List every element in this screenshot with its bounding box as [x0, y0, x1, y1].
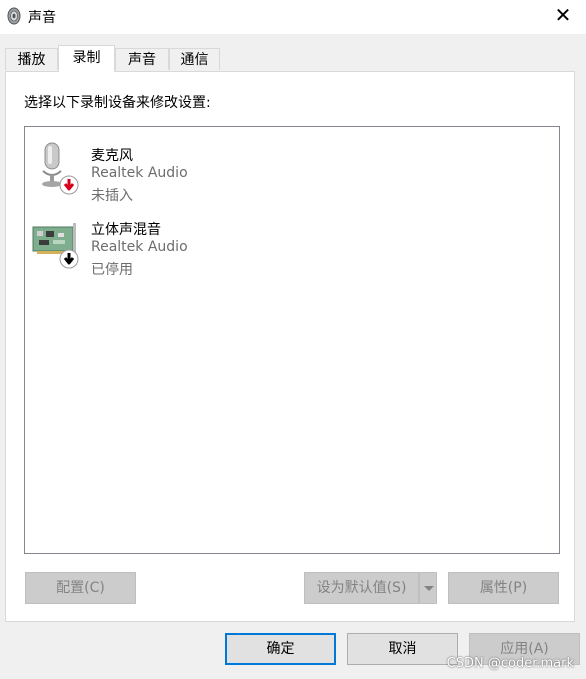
- button-label: 应用(A): [500, 641, 549, 657]
- device-status: 未插入: [91, 188, 133, 204]
- tab-communications[interactable]: 通信: [169, 48, 220, 70]
- tab-playback[interactable]: 播放: [5, 48, 58, 70]
- button-label: 确定: [266, 641, 295, 657]
- configure-button[interactable]: 配置(C): [25, 572, 136, 604]
- tab-label: 通信: [180, 52, 209, 68]
- watermark: CSDN @coder.mark: [446, 656, 574, 671]
- tab-recording[interactable]: 录制: [58, 45, 115, 72]
- tab-label: 录制: [72, 50, 101, 66]
- button-label: 取消: [388, 641, 417, 657]
- speaker-icon: [7, 7, 21, 25]
- device-name: 麦克风: [91, 148, 133, 164]
- unplugged-badge-icon: [59, 175, 79, 195]
- set-default-button[interactable]: 设为默认值(S): [304, 572, 419, 604]
- title-bar: 声音 ✕: [0, 0, 586, 34]
- close-icon: ✕: [554, 3, 572, 27]
- button-label: 配置(C): [56, 580, 105, 596]
- properties-button[interactable]: 属性(P): [448, 572, 559, 604]
- disabled-badge-icon: [59, 249, 79, 269]
- button-label: 属性(P): [479, 580, 528, 596]
- tab-sounds[interactable]: 声音: [115, 48, 169, 70]
- device-name: 立体声混音: [91, 222, 161, 238]
- ok-button[interactable]: 确定: [225, 633, 336, 665]
- device-item-microphone[interactable]: 麦克风 Realtek Audio 未插入: [29, 135, 429, 204]
- window-title: 声音: [28, 10, 56, 26]
- cancel-button[interactable]: 取消: [347, 633, 458, 665]
- device-list[interactable]: 麦克风 Realtek Audio 未插入 立体声混音 Realtek Audi…: [24, 126, 560, 554]
- device-item-stereo-mix[interactable]: 立体声混音 Realtek Audio 已停用: [29, 209, 429, 278]
- close-button[interactable]: ✕: [540, 0, 586, 32]
- set-default-dropdown-button[interactable]: [419, 572, 437, 604]
- instruction-text: 选择以下录制设备来修改设置:: [24, 95, 211, 111]
- tab-label: 播放: [17, 52, 46, 68]
- button-label: 设为默认值(S): [316, 580, 407, 596]
- device-status: 已停用: [91, 262, 133, 278]
- device-driver: Realtek Audio: [91, 165, 188, 181]
- device-driver: Realtek Audio: [91, 239, 188, 255]
- tab-label: 声音: [128, 52, 156, 68]
